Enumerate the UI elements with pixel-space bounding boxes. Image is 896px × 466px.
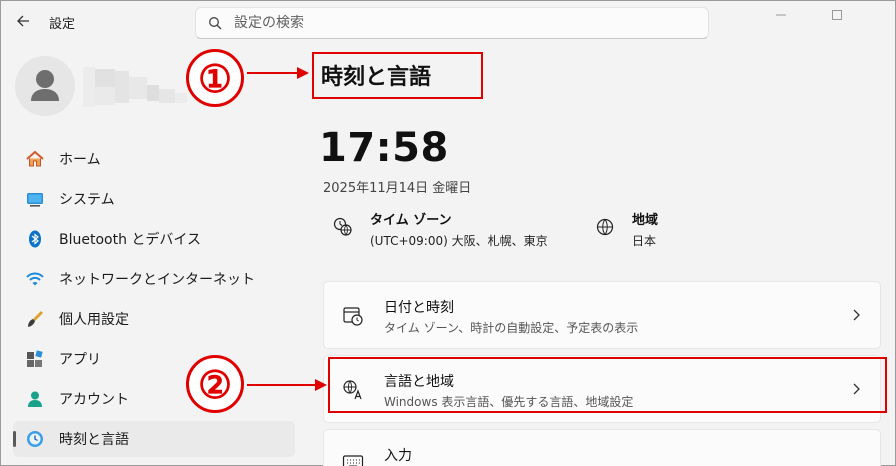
globe-icon	[596, 218, 614, 236]
calendar-clock-icon	[343, 307, 363, 326]
input-card[interactable]: 入力	[323, 429, 881, 466]
annotation-arrow-2	[247, 379, 327, 391]
annotation-marker-1: ①	[186, 49, 244, 107]
back-button[interactable]	[11, 9, 35, 33]
sidebar-item-label: Bluetooth とデバイス	[59, 232, 201, 248]
region-title: 地域	[632, 213, 659, 228]
avatar[interactable]	[15, 56, 75, 116]
timezone-icon	[333, 217, 352, 236]
annotation-highlight-language-card	[328, 357, 887, 413]
annotation-arrow-1	[247, 67, 309, 79]
maximize-icon	[832, 10, 842, 20]
card-title: 入力	[384, 448, 412, 464]
region-value: 日本	[632, 234, 657, 248]
sidebar-item-label: システム	[59, 192, 115, 208]
wifi-icon	[25, 269, 45, 289]
sidebar-item-label: ホーム	[59, 152, 101, 168]
sidebar-item-apps[interactable]: アプリ	[13, 341, 295, 377]
annotation-marker-2: ②	[186, 355, 244, 413]
arrow-left-icon	[17, 15, 29, 27]
timezone-title: タイム ゾーン	[370, 213, 452, 228]
sidebar-item-bluetooth[interactable]: Bluetooth とデバイス	[13, 221, 295, 257]
active-indicator	[13, 431, 16, 447]
search-icon	[209, 17, 222, 30]
chevron-right-icon	[853, 309, 860, 321]
maximize-button[interactable]	[817, 3, 857, 27]
sidebar-item-system[interactable]: システム	[13, 181, 295, 217]
sidebar-item-time-language[interactable]: 時刻と言語	[13, 421, 295, 457]
sidebar-item-label: ネットワークとインターネット	[59, 272, 255, 288]
monitor-icon	[25, 189, 45, 209]
keyboard-icon	[342, 455, 364, 466]
search-box[interactable]	[195, 7, 709, 39]
home-icon	[25, 149, 45, 169]
minimize-icon	[776, 14, 786, 16]
apps-icon	[25, 349, 45, 369]
account-icon	[25, 389, 45, 409]
current-time: 17:58	[319, 125, 449, 171]
brush-icon	[25, 309, 45, 329]
sidebar-item-label: アプリ	[59, 352, 101, 368]
blurred-username	[83, 67, 187, 107]
sidebar-item-label: 個人用設定	[59, 312, 129, 328]
timezone-value: (UTC+09:00) 大阪、札幌、東京	[370, 234, 548, 248]
sidebar-item-network[interactable]: ネットワークとインターネット	[13, 261, 295, 297]
person-icon	[31, 70, 59, 101]
app-title: 設定	[49, 17, 76, 32]
bluetooth-icon	[25, 229, 45, 249]
card-subtitle: タイム ゾーン、時計の自動設定、予定表の表示	[384, 321, 639, 335]
sidebar-item-label: 時刻と言語	[59, 432, 129, 448]
sidebar-item-personalization[interactable]: 個人用設定	[13, 301, 295, 337]
date-time-card[interactable]: 日付と時刻 タイム ゾーン、時計の自動設定、予定表の表示	[323, 281, 881, 349]
sidebar-item-home[interactable]: ホーム	[13, 141, 295, 177]
search-input[interactable]	[234, 13, 674, 33]
card-title: 日付と時刻	[384, 300, 454, 316]
minimize-button[interactable]	[761, 3, 801, 27]
annotation-highlight-title	[312, 52, 483, 99]
sidebar-item-label: アカウント	[59, 392, 129, 408]
globe-clock-icon	[25, 429, 45, 449]
current-date: 2025年11月14日 金曜日	[323, 181, 472, 196]
